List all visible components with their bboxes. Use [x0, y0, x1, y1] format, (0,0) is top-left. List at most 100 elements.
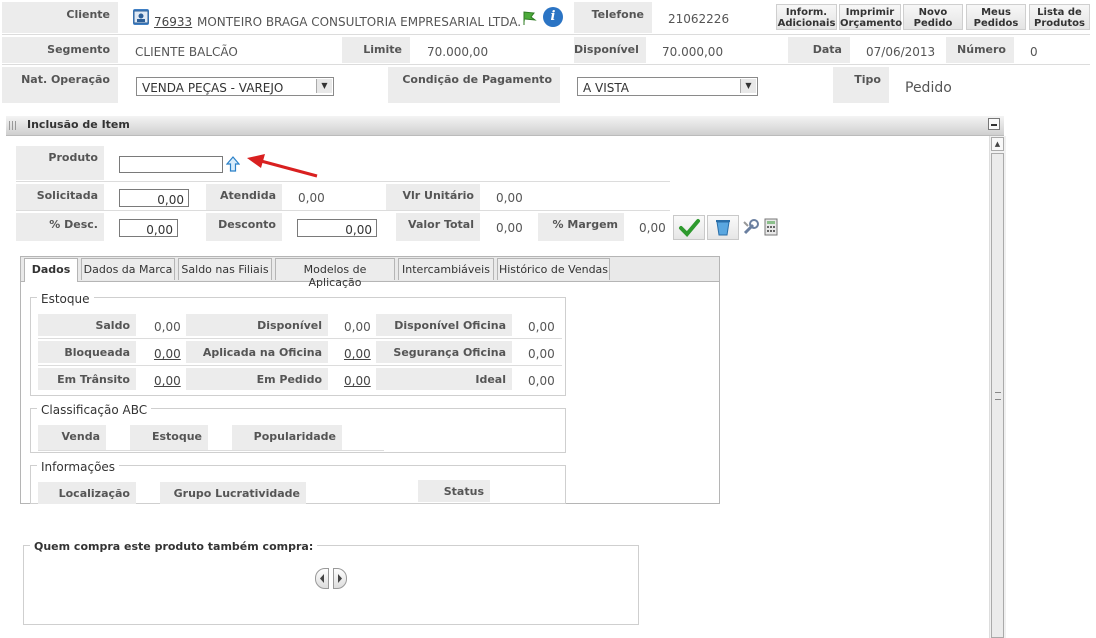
condicao-pagamento-label: Condição de Pagamento — [388, 67, 560, 103]
segmento-label: Segmento — [2, 37, 118, 63]
inform-adicionais-button[interactable]: Inform. Adicionais — [776, 4, 837, 30]
divider — [38, 338, 562, 339]
valor-total-value: 0,00 — [496, 221, 523, 235]
lista-produtos-button[interactable]: Lista de Produtos — [1029, 4, 1090, 30]
divider — [2, 34, 1090, 35]
estoque-abc-label: Estoque — [130, 425, 208, 450]
em-transito-label: Em Trânsito — [38, 368, 136, 390]
seguranca-oficina-label: Segurança Oficina — [376, 341, 512, 363]
disponivel-estoque-label: Disponível — [186, 314, 328, 336]
desconto-input[interactable]: 0,00 — [297, 219, 377, 237]
ideal-label: Ideal — [376, 368, 512, 390]
vlr-unitario-value: 0,00 — [496, 191, 523, 205]
status-label: Status — [418, 480, 490, 502]
tools-wrench-icon[interactable] — [742, 218, 760, 239]
divider — [2, 64, 1090, 65]
atendida-label: Atendida — [206, 184, 282, 210]
solicitada-label: Solicitada — [16, 184, 104, 210]
segmento-value: CLIENTE BALCÃO — [135, 45, 238, 59]
localizacao-label: Localização — [38, 482, 136, 504]
grip-icon — [9, 121, 17, 130]
novo-pedido-button[interactable]: Novo Pedido — [903, 4, 963, 30]
scroll-thumb[interactable] — [991, 153, 1004, 638]
numero-value: 0 — [1030, 45, 1038, 59]
em-pedido-label: Em Pedido — [186, 368, 328, 390]
search-up-arrow-icon[interactable] — [225, 156, 241, 175]
popularidade-label: Popularidade — [232, 425, 342, 450]
divider — [38, 365, 562, 366]
nat-operacao-select[interactable]: VENDA PEÇAS - VAREJO ▼ — [136, 77, 334, 96]
tab-dados-marca[interactable]: Dados da Marca — [81, 258, 175, 280]
margem-value: 0,00 — [639, 221, 666, 235]
venda-label: Venda — [38, 425, 106, 450]
tab-saldo-filiais[interactable]: Saldo nas Filiais — [178, 258, 272, 280]
nat-operacao-label: Nat. Operação — [2, 67, 118, 103]
ideal-value: 0,00 — [528, 374, 555, 388]
desc-pct-input[interactable]: 0,00 — [119, 219, 178, 237]
calculator-icon[interactable] — [764, 218, 778, 239]
em-transito-link[interactable]: 0,00 — [154, 374, 181, 388]
desconto-label: Desconto — [206, 213, 282, 241]
red-pointer-arrow-icon — [243, 152, 319, 183]
tipo-value: Pedido — [905, 80, 952, 96]
desc-pct-label: % Desc. — [16, 213, 104, 241]
related-products-title: Quem compra este produto também compra: — [30, 540, 318, 553]
divider — [16, 210, 670, 211]
cliente-label: Cliente — [2, 2, 118, 33]
carousel-next-icon[interactable] — [333, 568, 347, 589]
numero-label: Número — [946, 37, 1014, 63]
produto-label: Produto — [16, 146, 104, 180]
seguranca-oficina-value: 0,00 — [528, 347, 555, 361]
margem-label: % Margem — [538, 213, 624, 241]
divider — [16, 181, 670, 182]
info-icon[interactable]: i — [543, 7, 563, 27]
bloqueada-label: Bloqueada — [38, 341, 136, 363]
abc-legend: Classificação ABC — [37, 403, 152, 417]
cliente-code-link[interactable]: 76933 — [154, 15, 192, 29]
tab-historico-vendas[interactable]: Histórico de Vendas — [497, 258, 610, 280]
limite-value: 70.000,00 — [427, 45, 489, 59]
tab-modelos-aplicacao[interactable]: Modelos de Aplicação — [275, 258, 395, 289]
tab-intercambiaveis[interactable]: Intercambiáveis — [398, 258, 494, 280]
data-label: Data — [788, 37, 850, 63]
vlr-unitario-label: Vlr Unitário — [386, 184, 480, 210]
condicao-pagamento-select[interactable]: A VISTA ▼ — [577, 77, 758, 96]
tab-dados[interactable]: Dados — [24, 258, 78, 282]
disponivel-estoque-value: 0,00 — [344, 320, 371, 334]
user-card-icon — [133, 9, 149, 25]
solicitada-input[interactable]: 0,00 — [119, 189, 189, 207]
disponivel-oficina-label: Disponível Oficina — [376, 314, 512, 336]
em-pedido-link[interactable]: 0,00 — [344, 374, 371, 388]
divider — [38, 450, 384, 451]
imprimir-orcamento-button[interactable]: Imprimir Orçamento — [839, 4, 902, 30]
chevron-down-icon[interactable]: ▼ — [316, 79, 332, 93]
scroll-up-arrow[interactable]: ▲ — [991, 137, 1004, 151]
aplicada-oficina-label: Aplicada na Oficina — [186, 341, 328, 363]
chevron-down-icon[interactable]: ▼ — [740, 79, 756, 93]
telefone-label: Telefone — [574, 2, 652, 33]
telefone-value: 21062226 — [668, 12, 730, 26]
data-value: 07/06/2013 — [866, 45, 936, 59]
clear-trash-icon[interactable] — [707, 215, 739, 240]
cliente-name: MONTEIRO BRAGA CONSULTORIA EMPRESARIAL L… — [197, 15, 522, 29]
panel-title: Inclusão de Item — [27, 118, 130, 131]
collapse-icon[interactable] — [988, 118, 1000, 130]
atendida-value: 0,00 — [298, 191, 325, 205]
confirm-check-icon[interactable] — [673, 215, 705, 240]
vertical-scrollbar[interactable]: ▲ — [989, 136, 1006, 638]
condicao-pagamento-selected: A VISTA — [583, 81, 629, 95]
tipo-label: Tipo — [833, 67, 889, 103]
bloqueada-link[interactable]: 0,00 — [154, 347, 181, 361]
limite-label: Limite — [342, 37, 410, 63]
meus-pedidos-button[interactable]: Meus Pedidos — [966, 4, 1026, 30]
disponivel-label: Disponível — [574, 37, 646, 63]
informacoes-legend: Informações — [37, 460, 120, 474]
flag-icon[interactable] — [521, 10, 537, 29]
estoque-legend: Estoque — [37, 292, 94, 306]
valor-total-label: Valor Total — [396, 213, 480, 241]
produto-input[interactable] — [119, 156, 223, 173]
nat-operacao-selected: VENDA PEÇAS - VAREJO — [142, 81, 284, 95]
carousel-prev-icon[interactable] — [315, 568, 329, 589]
aplicada-oficina-link[interactable]: 0,00 — [344, 347, 371, 361]
disponivel-oficina-value: 0,00 — [528, 320, 555, 334]
